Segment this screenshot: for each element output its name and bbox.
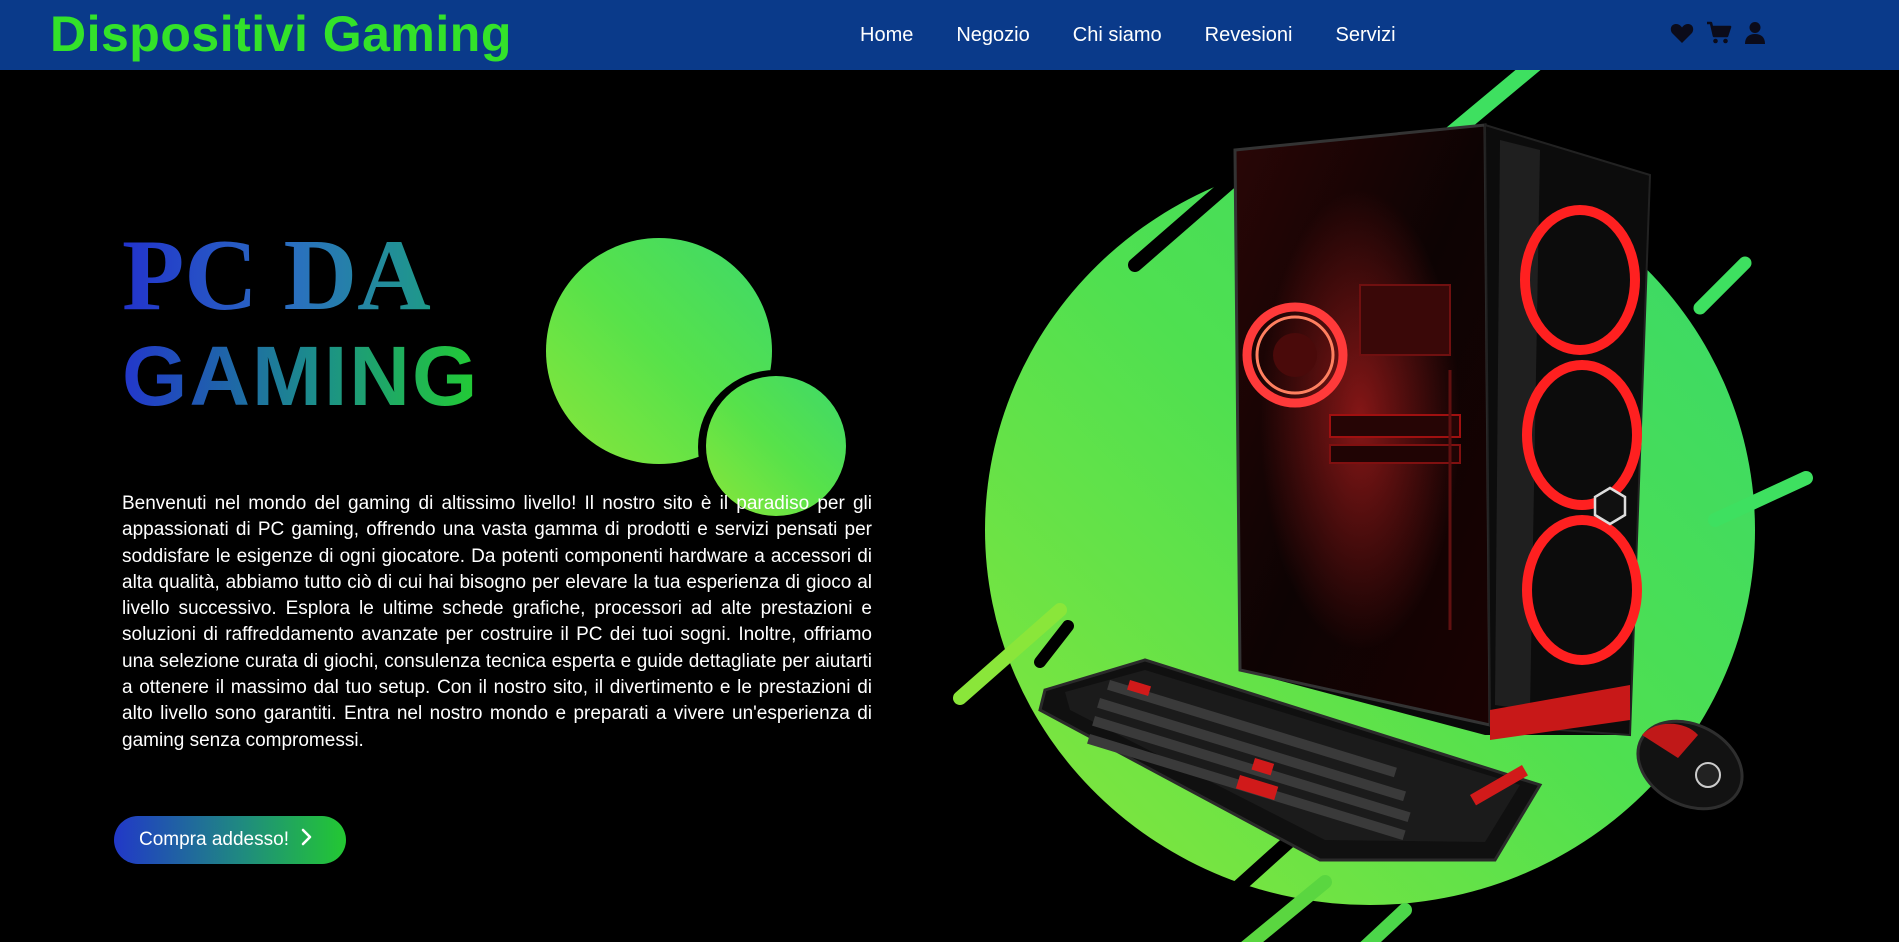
buy-now-label: Compra addesso!: [139, 829, 289, 850]
hero-title-line2: GAMING: [122, 329, 480, 423]
cart-icon[interactable]: [1706, 21, 1732, 50]
nav-negozio[interactable]: Negozio: [956, 0, 1029, 70]
hero-title-line1: PC DA: [122, 219, 431, 332]
page: Dispositivi Gaming Home Negozio Chi siam…: [0, 0, 1899, 942]
nav-servizi[interactable]: Servizi: [1336, 0, 1396, 70]
chevron-right-icon: [301, 828, 313, 852]
pc-tower: [1233, 123, 1652, 740]
buy-now-button[interactable]: Compra addesso!: [114, 816, 346, 864]
nav-revesioni[interactable]: Revesioni: [1205, 0, 1293, 70]
gaming-pc-illustration: [953, 70, 1813, 942]
brand-logo[interactable]: Dispositivi Gaming: [50, 4, 512, 64]
heart-icon[interactable]: [1670, 22, 1694, 49]
user-icon[interactable]: [1744, 21, 1766, 50]
nav-chi-siamo[interactable]: Chi siamo: [1073, 0, 1162, 70]
nav-home[interactable]: Home: [860, 0, 913, 70]
header-icons: [1670, 20, 1778, 50]
main-nav: Home Negozio Chi siamo Revesioni Servizi: [860, 0, 1439, 70]
hero-intro-text: Benvenuti nel mondo del gaming di altiss…: [122, 493, 872, 751]
top-navbar: Dispositivi Gaming Home Negozio Chi siam…: [0, 0, 1899, 70]
